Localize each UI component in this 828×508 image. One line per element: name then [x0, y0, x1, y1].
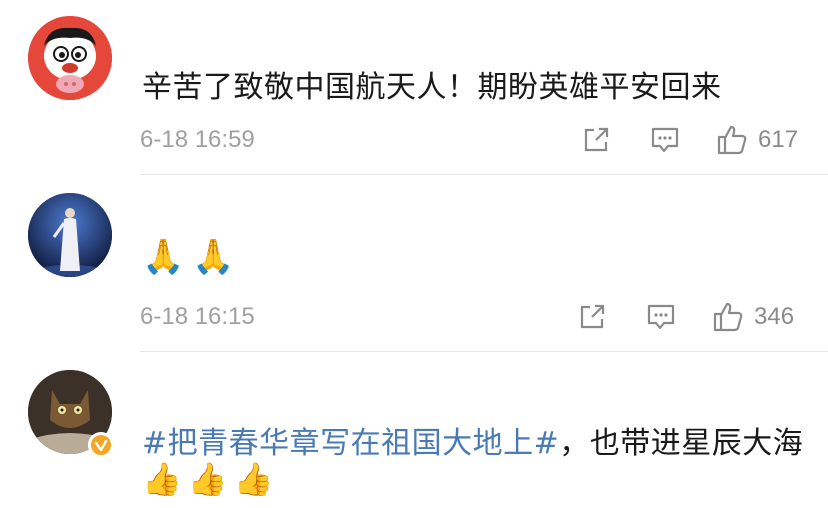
share-icon: [584, 127, 609, 152]
comment-meta: 6-18 16:15 346: [140, 297, 810, 337]
comment-text: #把青春华章写在祖国大地上#，也带进星辰大海: [142, 418, 803, 462]
share-button[interactable]: [578, 297, 606, 337]
like-count: 617: [758, 126, 799, 153]
comment-button[interactable]: [650, 120, 680, 160]
avatar[interactable]: [28, 193, 112, 277]
share-button[interactable]: [582, 120, 610, 160]
comment-icon: [647, 304, 675, 330]
like-icon: [717, 125, 747, 155]
like-button[interactable]: 346: [712, 297, 794, 337]
emoji-row: 👍 👍 👍: [142, 460, 274, 498]
stage-performer-avatar-icon: [28, 193, 112, 277]
avatar[interactable]: [28, 16, 112, 100]
like-icon: [713, 302, 743, 332]
comment-text-body: ，也带进星辰大海: [559, 426, 804, 461]
praying-hands-icon: 🙏: [142, 237, 185, 277]
comment-meta: 6-18 16:59 617: [140, 120, 810, 160]
hashtag-link[interactable]: #把青春华章写在祖国大地上#: [142, 426, 559, 461]
thumbs-up-icon: 👍: [142, 460, 182, 498]
thumbs-up-icon: 👍: [187, 460, 228, 498]
like-count: 346: [754, 303, 795, 330]
comment-text: 辛苦了致敬中国航天人！期盼英雄平安回来: [142, 70, 722, 105]
comment-time: 6-18 16:59: [140, 126, 255, 153]
emoji-row: 🙏 🙏: [142, 237, 235, 277]
praying-hands-icon: 🙏: [192, 237, 235, 277]
share-icon: [580, 304, 605, 329]
thumbs-up-icon: 👍: [233, 460, 274, 498]
comment-2: 🙏 🙏 6-18 16:15 346: [0, 175, 828, 351]
comment-time: 6-18 16:15: [140, 303, 255, 330]
verified-check-icon: [94, 439, 108, 452]
cartoon-avatar-icon: [28, 16, 112, 100]
comment-1: 辛苦了致敬中国航天人！期盼英雄平安回来 6-18 16:59 617: [0, 0, 828, 174]
comment-3: #把青春华章写在祖国大地上#，也带进星辰大海 👍 👍 👍: [0, 352, 828, 508]
comment-icon: [651, 127, 679, 153]
comment-button[interactable]: [646, 297, 676, 337]
like-button[interactable]: 617: [716, 120, 798, 160]
verified-badge: [88, 432, 114, 458]
